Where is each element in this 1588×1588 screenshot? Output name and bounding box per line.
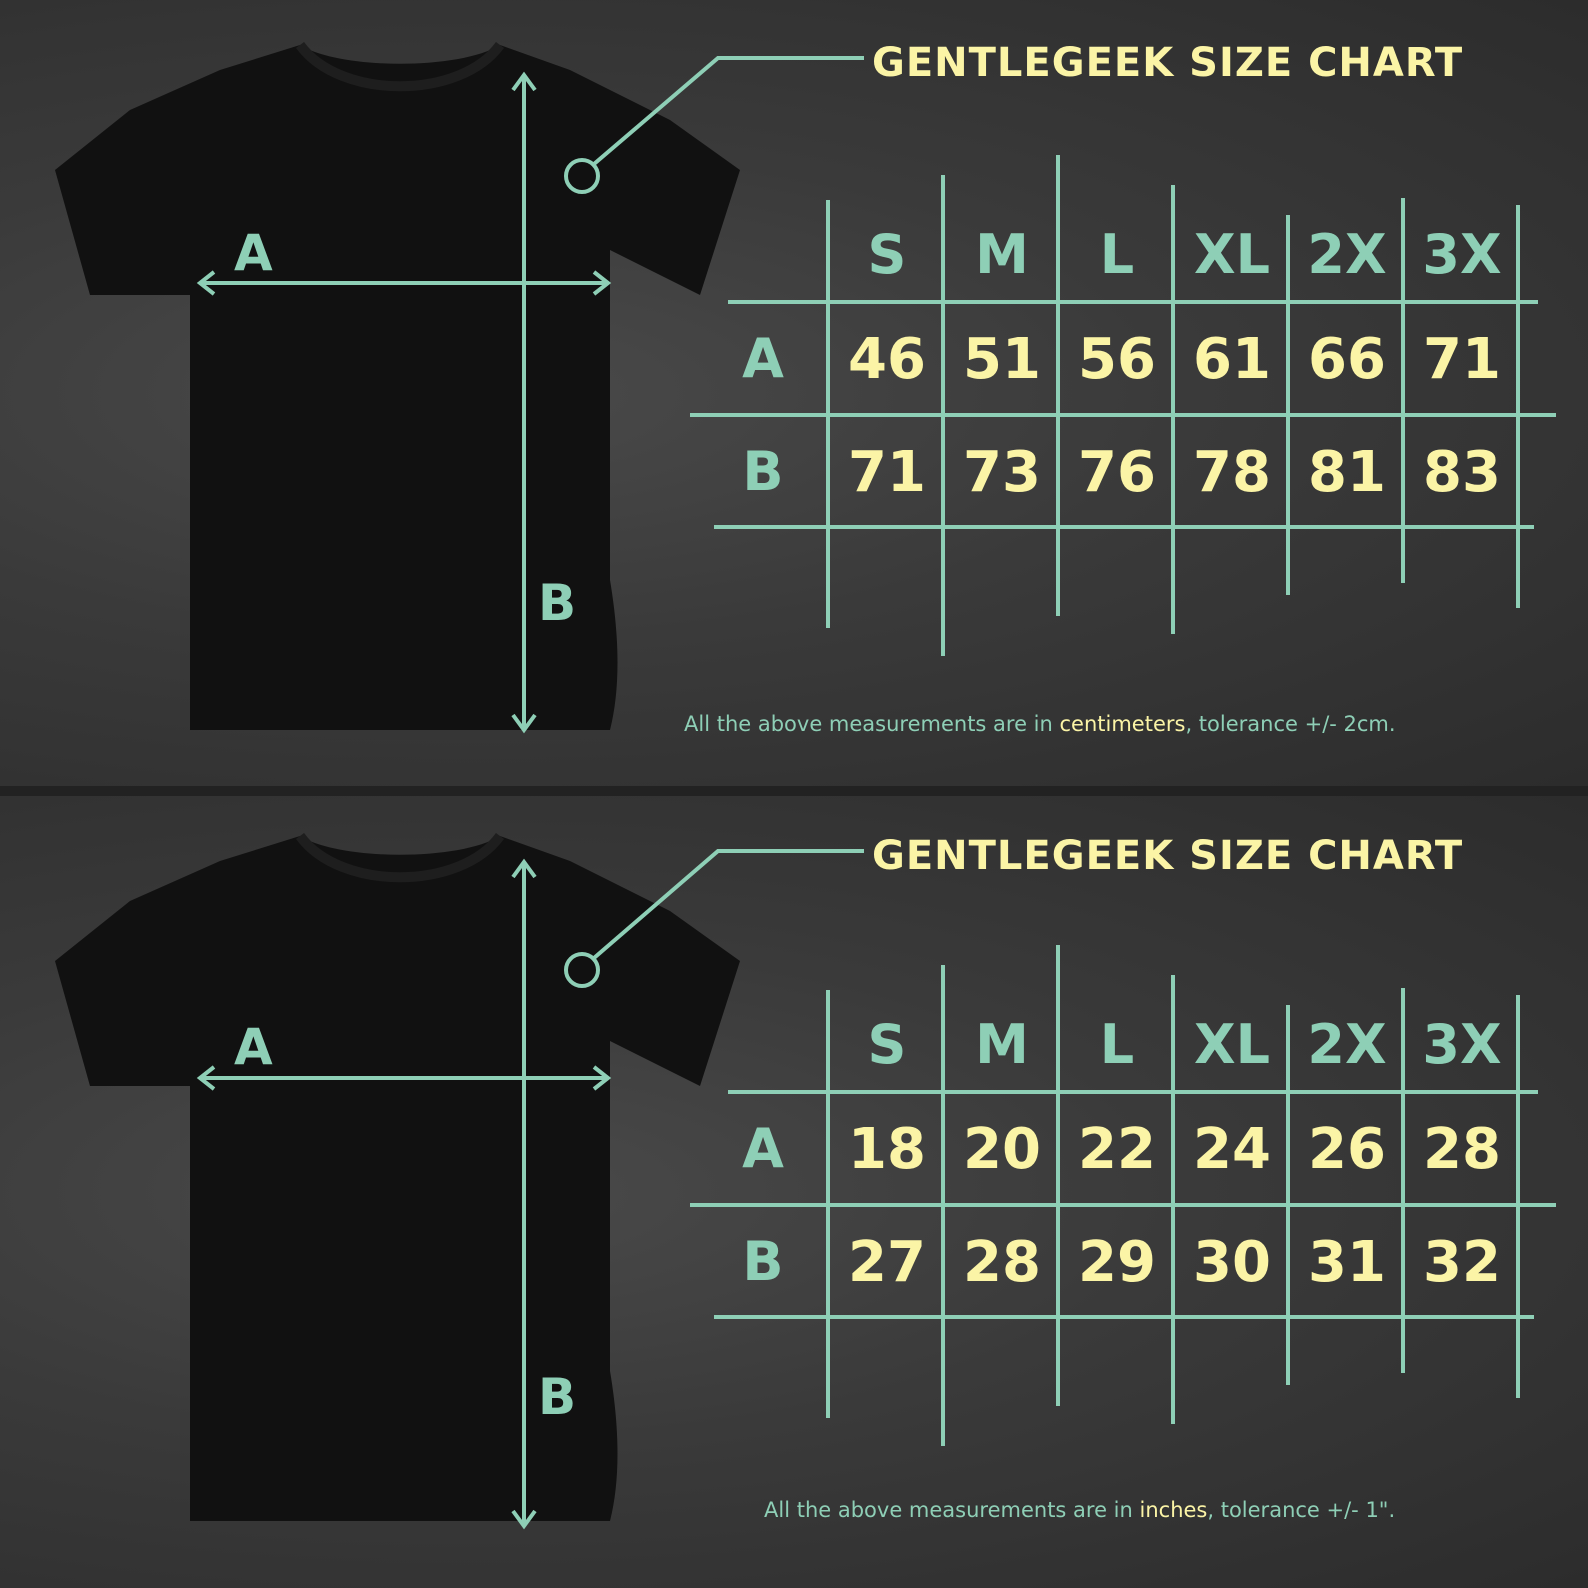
- note-unit: inches: [1139, 1498, 1208, 1522]
- table-cell: 26: [1308, 1117, 1386, 1182]
- table-cell: 18: [848, 1117, 926, 1182]
- panel-divider: [0, 786, 1588, 796]
- measurement-note: All the above measurements are in inches…: [764, 1498, 1395, 1522]
- table-cell: 81: [1308, 440, 1386, 505]
- size-header: M: [975, 223, 1029, 286]
- table-cell: 61: [1193, 327, 1271, 392]
- size-header: L: [1099, 1013, 1135, 1076]
- size-header: 2X: [1307, 1013, 1387, 1076]
- note-unit: centimeters: [1059, 712, 1186, 736]
- table-cell: 28: [1423, 1117, 1501, 1182]
- table-cell: 46: [848, 327, 926, 392]
- dimension-a-label: A: [234, 1018, 273, 1076]
- table-cell: 20: [963, 1117, 1041, 1182]
- size-header: S: [867, 223, 907, 286]
- table-cell: 31: [1308, 1230, 1386, 1295]
- chart-title: GENTLEGEEK SIZE CHART: [872, 833, 1464, 879]
- row-label-b: B: [742, 440, 784, 503]
- dimension-b-label: B: [538, 574, 577, 632]
- dimension-a-label: A: [234, 224, 273, 282]
- size-header: S: [867, 1013, 907, 1076]
- table-cell: 27: [848, 1230, 926, 1295]
- table-cell: 29: [1078, 1230, 1156, 1295]
- size-header: XL: [1193, 223, 1271, 286]
- size-header: M: [975, 1013, 1029, 1076]
- table-cell: 30: [1193, 1230, 1271, 1295]
- table-cell: 24: [1193, 1117, 1271, 1182]
- table-cell: 51: [963, 327, 1041, 392]
- size-header: XL: [1193, 1013, 1271, 1076]
- note-suffix: , tolerance +/- 2cm.: [1185, 712, 1396, 736]
- table-cell: 28: [963, 1230, 1041, 1295]
- note-prefix: All the above measurements are in: [684, 712, 1060, 736]
- table-cell: 73: [963, 440, 1041, 505]
- table-cell: 56: [1078, 327, 1156, 392]
- table-cell: 71: [848, 440, 926, 505]
- size-header: 3X: [1422, 223, 1502, 286]
- table-cell: 71: [1423, 327, 1501, 392]
- size-chart-inches: A B GENTLEGEEK SIZE CHART S M L XL 2X 3X…: [0, 796, 1588, 1588]
- table-cell: 76: [1078, 440, 1156, 505]
- chart-title: GENTLEGEEK SIZE CHART: [872, 40, 1464, 86]
- table-cell: 78: [1193, 440, 1271, 505]
- measurement-note: All the above measurements are in centim…: [684, 712, 1396, 736]
- row-label-b: B: [742, 1230, 784, 1293]
- note-suffix: , tolerance +/- 1".: [1207, 1498, 1396, 1522]
- table-cell: 22: [1078, 1117, 1156, 1182]
- size-header: L: [1099, 223, 1135, 286]
- table-cell: 32: [1423, 1230, 1501, 1295]
- size-chart-centimeters: A B GENTLEGEEK SIZE CHART S M L XL 2X 3X…: [0, 0, 1588, 786]
- note-prefix: All the above measurements are in: [764, 1498, 1140, 1522]
- row-label-a: A: [742, 1117, 784, 1180]
- table-cell: 66: [1308, 327, 1386, 392]
- table-cell: 83: [1423, 440, 1501, 505]
- row-label-a: A: [742, 327, 784, 390]
- size-header: 3X: [1422, 1013, 1502, 1076]
- size-header: 2X: [1307, 223, 1387, 286]
- dimension-b-label: B: [538, 1368, 577, 1426]
